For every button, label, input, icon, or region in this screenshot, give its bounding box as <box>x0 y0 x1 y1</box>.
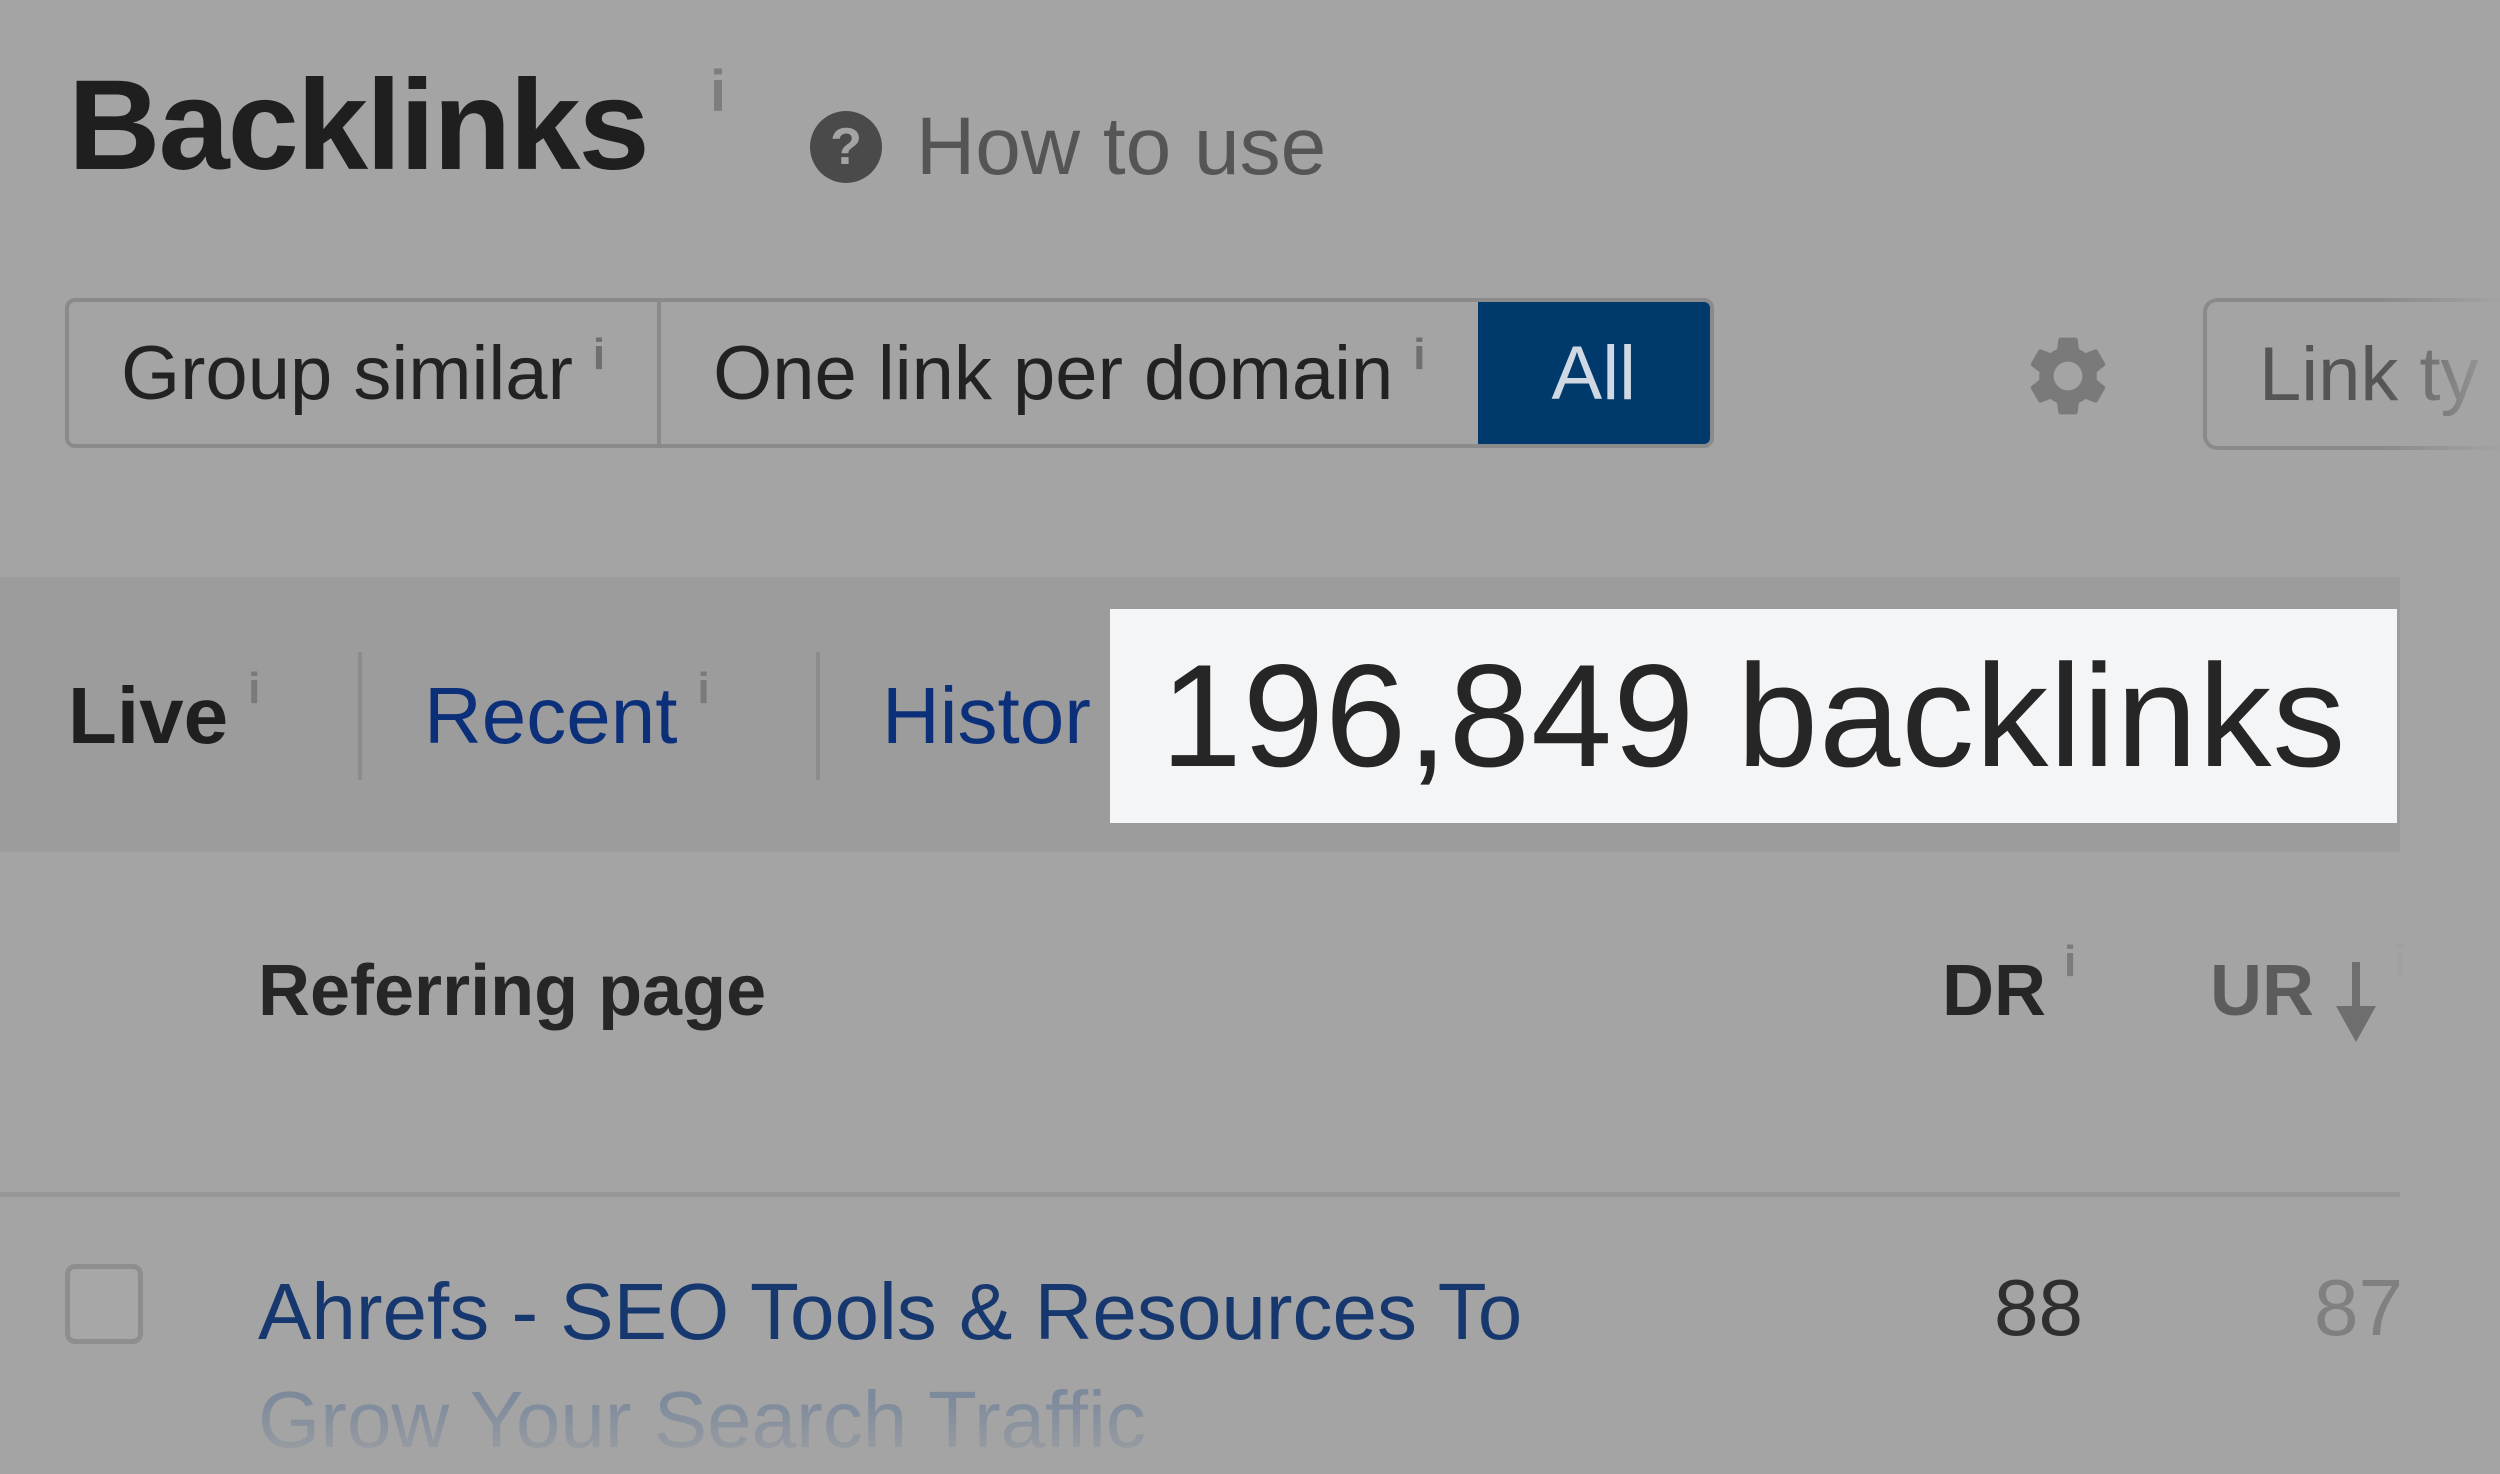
how-to-use-label: How to use <box>916 101 1327 192</box>
ur-label: UR <box>2210 951 2314 1031</box>
sort-desc-arrow-icon <box>2336 962 2376 1042</box>
one-link-per-domain-label: One link per domain <box>713 330 1394 416</box>
title-info-icon[interactable]: i <box>710 58 726 125</box>
gear-icon[interactable] <box>2020 328 2116 424</box>
column-header-ur[interactable]: UR i <box>2210 936 2406 1042</box>
tab-divider <box>358 652 362 780</box>
tab-live[interactable]: Live i <box>68 664 260 762</box>
referring-page-title-line2: Grow Your Search Traffic <box>258 1375 1146 1464</box>
row-checkbox[interactable] <box>65 1264 143 1344</box>
one-link-per-domain-button[interactable]: One link per domain i <box>657 302 1477 444</box>
info-icon[interactable]: i <box>697 664 709 714</box>
group-similar-label: Group similar <box>121 330 573 416</box>
tab-divider <box>816 652 820 780</box>
info-icon[interactable]: i <box>593 330 605 380</box>
row-dr-value: 88 <box>1994 1263 2083 1352</box>
link-type-dropdown[interactable]: Link ty <box>2203 298 2500 450</box>
dr-label: DR <box>1942 951 2046 1031</box>
row-ur-value: 87 <box>2314 1263 2403 1352</box>
referring-page-title-line1: Ahrefs - SEO Tools & Resources To <box>258 1267 1523 1356</box>
tab-recent[interactable]: Recent i <box>424 664 710 762</box>
all-button[interactable]: All <box>1477 302 1710 444</box>
tab-recent-label: Recent <box>424 671 678 760</box>
page-title: Backlinks <box>68 54 650 197</box>
info-icon[interactable]: i <box>2064 937 2076 986</box>
link-grouping-toggle: Group similar i One link per domain i Al… <box>65 298 1714 448</box>
all-label: All <box>1551 330 1636 416</box>
table-header-divider <box>0 1192 2400 1197</box>
link-type-label: Link ty <box>2259 331 2479 417</box>
info-icon[interactable]: i <box>2394 936 2406 986</box>
group-similar-button[interactable]: Group similar i <box>69 302 657 444</box>
column-header-dr[interactable]: DR i <box>1942 937 2076 1032</box>
backlinks-count: 196,849 backlinks <box>1110 609 2397 823</box>
referring-page-link[interactable]: Ahrefs - SEO Tools & Resources To Grow Y… <box>258 1258 1718 1474</box>
help-icon: ? <box>810 111 882 183</box>
info-icon[interactable]: i <box>248 664 260 714</box>
tab-history-label: Histor <box>882 671 1091 760</box>
tab-history[interactable]: Histor <box>882 670 1091 762</box>
tab-live-label: Live <box>68 671 229 760</box>
info-icon[interactable]: i <box>1413 330 1425 380</box>
how-to-use-link[interactable]: ? How to use <box>810 100 1326 194</box>
column-header-referring-page[interactable]: Referring page <box>258 950 766 1032</box>
